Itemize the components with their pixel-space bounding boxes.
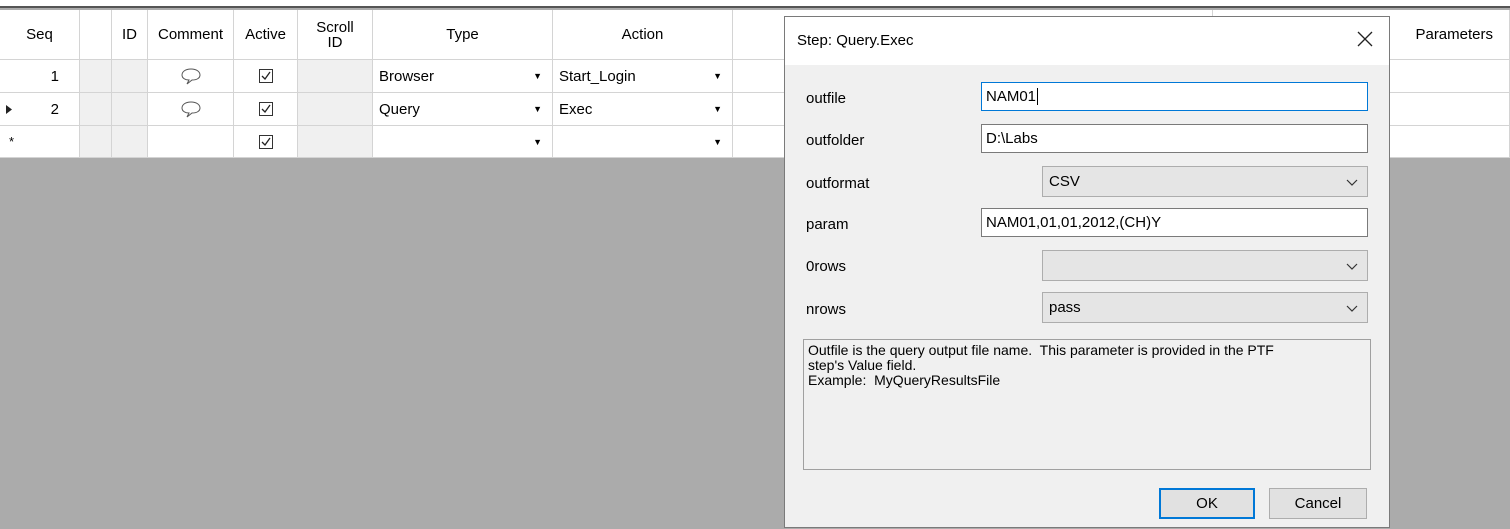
row1-action-value: Start_Login: [559, 67, 636, 85]
checkbox-checked-icon[interactable]: [258, 134, 273, 149]
row2-type-value: Query: [379, 100, 420, 118]
asterisk-icon: *: [9, 134, 15, 149]
new-row-comment[interactable]: [148, 126, 234, 158]
text-caret: [1037, 88, 1039, 105]
description-line-3: Example: MyQueryResultsFile: [808, 372, 1001, 388]
dropdown-arrow-icon: ▼: [713, 71, 722, 81]
triangle-right-icon: [6, 105, 12, 114]
dialog-title-bar: Step: Query.Exec: [785, 17, 1389, 65]
parameter-description: Outfile is the query output file name. T…: [803, 339, 1371, 470]
row2-action-value: Exec: [559, 100, 593, 118]
dialog-title: Step: Query.Exec: [797, 32, 914, 49]
cancel-button[interactable]: Cancel: [1269, 488, 1367, 519]
row2-blank: [80, 93, 112, 126]
outformat-value: CSV: [1049, 173, 1080, 190]
step-dialog: Step: Query.Exec outfile NAM01 outfolder…: [784, 16, 1390, 528]
row2-type-select[interactable]: Query ▼: [373, 93, 553, 126]
param-label: param: [806, 216, 849, 233]
row2-comment[interactable]: [148, 93, 234, 126]
header-type[interactable]: Type: [373, 10, 553, 60]
nrows-value: pass: [1049, 299, 1081, 316]
outfolder-label: outfolder: [806, 132, 865, 149]
new-row-blank: [80, 126, 112, 158]
header-action[interactable]: Action: [553, 10, 733, 60]
new-row-id: [112, 126, 148, 158]
ok-button[interactable]: OK: [1159, 488, 1255, 519]
row1-active[interactable]: [234, 60, 298, 93]
row1-action-select[interactable]: Start_Login ▼: [553, 60, 733, 93]
row1-comment[interactable]: [148, 60, 234, 93]
outfile-input[interactable]: NAM01: [981, 82, 1368, 111]
new-row-active[interactable]: [234, 126, 298, 158]
outfolder-value: D:\Labs: [986, 130, 1038, 147]
speech-bubble-icon: [180, 68, 201, 85]
chevron-down-icon: [1346, 263, 1358, 270]
description-line-1: Outfile is the query output file name. T…: [808, 342, 1274, 358]
new-row-action-select[interactable]: ▼: [553, 126, 733, 158]
param-value: NAM01,01,01,2012,(CH)Y: [986, 214, 1162, 231]
outformat-select[interactable]: CSV: [1042, 166, 1368, 197]
description-line-2: step's Value field.: [808, 357, 917, 373]
param-input[interactable]: NAM01,01,01,2012,(CH)Y: [981, 208, 1368, 237]
nrows-select[interactable]: pass: [1042, 292, 1368, 323]
header-id[interactable]: ID: [112, 10, 148, 60]
row1-seq[interactable]: 1: [0, 60, 80, 93]
window-top-border: [0, 0, 1510, 8]
row1-blank: [80, 60, 112, 93]
row1-type-select[interactable]: Browser ▼: [373, 60, 553, 93]
dropdown-arrow-icon: ▼: [533, 104, 542, 114]
row2-action-select[interactable]: Exec ▼: [553, 93, 733, 126]
close-x-icon[interactable]: [1355, 29, 1375, 49]
row2-seq-value: 2: [50, 100, 59, 118]
dropdown-arrow-icon: ▼: [713, 136, 722, 147]
zerorows-label: 0rows: [806, 258, 847, 275]
outfile-label: outfile: [806, 90, 847, 107]
header-seq[interactable]: Seq: [0, 10, 80, 60]
chevron-down-icon: [1346, 179, 1358, 186]
chevron-down-icon: [1346, 305, 1358, 312]
outformat-label: outformat: [806, 175, 870, 192]
row1-type-value: Browser: [379, 67, 435, 85]
new-row-seq[interactable]: *: [0, 126, 80, 158]
row2-scroll-id: [298, 93, 373, 126]
dropdown-arrow-icon: ▼: [533, 71, 542, 81]
speech-bubble-icon: [180, 101, 201, 118]
new-row-type-select[interactable]: ▼: [373, 126, 553, 158]
row2-active[interactable]: [234, 93, 298, 126]
outfolder-input[interactable]: D:\Labs: [981, 124, 1368, 153]
outfile-value: NAM01: [986, 88, 1037, 105]
header-active[interactable]: Active: [234, 10, 298, 60]
new-row-scroll-id: [298, 126, 373, 158]
row1-id: [112, 60, 148, 93]
row2-seq[interactable]: 2: [0, 93, 80, 126]
dropdown-arrow-icon: ▼: [533, 136, 542, 147]
row1-scroll-id: [298, 60, 373, 93]
dropdown-arrow-icon: ▼: [713, 104, 722, 114]
header-scroll-id[interactable]: Scroll ID: [298, 10, 373, 60]
header-blank[interactable]: [80, 10, 112, 60]
zerorows-select[interactable]: [1042, 250, 1368, 281]
nrows-label: nrows: [806, 301, 847, 318]
header-comment[interactable]: Comment: [148, 10, 234, 60]
checkbox-checked-icon[interactable]: [258, 69, 273, 83]
row2-id: [112, 93, 148, 126]
checkbox-checked-icon[interactable]: [258, 102, 273, 116]
